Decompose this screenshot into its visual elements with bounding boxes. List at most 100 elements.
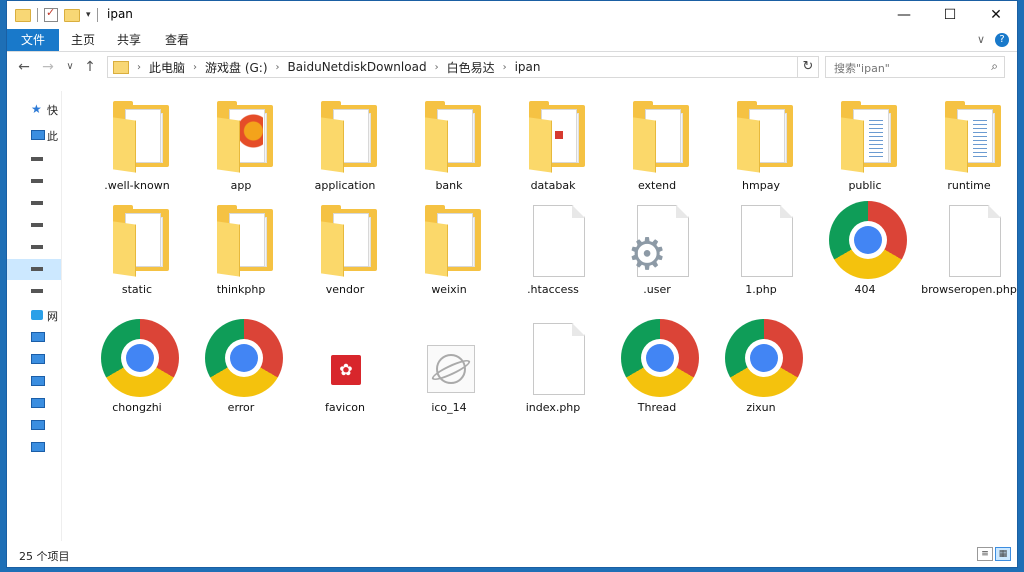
file-item[interactable]: .well-known: [87, 97, 187, 193]
sidebar-item[interactable]: [7, 349, 61, 370]
search-icon[interactable]: ⌕: [991, 59, 998, 74]
customize-toolbar-icon[interactable]: ▾: [86, 10, 91, 20]
forward-arrow-icon[interactable]: →: [39, 58, 57, 76]
sidebar-item[interactable]: [7, 371, 61, 392]
file-icon: [725, 201, 797, 281]
file-item[interactable]: public: [815, 97, 915, 193]
breadcrumb-folder[interactable]: 白色易达: [447, 59, 495, 76]
file-item[interactable]: thinkphp: [191, 201, 291, 297]
new-folder-icon[interactable]: [64, 8, 80, 22]
folder-icon: [621, 97, 693, 177]
status-bar: 25 个项目 ≡ ▦: [7, 543, 1017, 567]
drive-icon: [31, 179, 43, 183]
file-item[interactable]: ico_14: [399, 319, 499, 415]
tab-home[interactable]: 主页: [59, 29, 107, 51]
sidebar-item[interactable]: 此: [7, 125, 61, 146]
sidebar-item[interactable]: [7, 193, 61, 214]
folder-icon: [309, 201, 381, 281]
address-bar[interactable]: › 此电脑 › 游戏盘 (G:) › BaiduNetdiskDownload …: [107, 56, 819, 78]
pane-divider[interactable]: [61, 91, 62, 541]
tab-share[interactable]: 共享: [105, 29, 153, 51]
file-item[interactable]: app: [191, 97, 291, 193]
folder-icon: [933, 97, 1005, 177]
sidebar-item[interactable]: [7, 237, 61, 258]
breadcrumb-drive[interactable]: 游戏盘 (G:): [205, 59, 268, 76]
file-name: extend: [637, 179, 677, 192]
file-name: runtime: [947, 179, 991, 192]
separator: [37, 8, 38, 22]
sidebar-item[interactable]: ★ 快: [7, 99, 61, 120]
details-view-button[interactable]: ≡: [977, 547, 993, 561]
file-icon: [933, 201, 1005, 281]
file-item[interactable]: application: [295, 97, 395, 193]
file-name: application: [314, 179, 376, 192]
monitor-icon: [31, 442, 45, 452]
sidebar-item[interactable]: [7, 171, 61, 192]
tab-file[interactable]: 文件: [7, 29, 60, 51]
file-item[interactable]: .htaccess: [503, 201, 603, 297]
sidebar-item[interactable]: [7, 215, 61, 236]
separator: [96, 8, 98, 22]
tab-view[interactable]: 查看: [153, 29, 201, 51]
folder-icon: [205, 201, 277, 281]
file-name: app: [230, 179, 252, 192]
sidebar-item[interactable]: [7, 281, 61, 302]
sidebar-item[interactable]: [7, 327, 61, 348]
breadcrumb-this-pc[interactable]: 此电脑: [149, 59, 185, 76]
back-arrow-icon[interactable]: ←: [15, 58, 33, 76]
title-bar[interactable]: ▾ ipan — ☐ ✕: [7, 1, 1017, 29]
chrome-icon: [101, 319, 179, 399]
properties-icon[interactable]: [44, 6, 58, 22]
chevron-right-icon[interactable]: ›: [276, 62, 280, 73]
sidebar-item[interactable]: [7, 415, 61, 436]
sidebar-item[interactable]: 网: [7, 305, 61, 326]
recent-locations-icon[interactable]: ∨: [61, 58, 79, 76]
refresh-icon[interactable]: ↻: [797, 57, 818, 77]
file-item[interactable]: hmpay: [711, 97, 811, 193]
file-item[interactable]: chongzhi: [87, 319, 187, 415]
large-icons-view-button[interactable]: ▦: [995, 547, 1011, 561]
star-icon: ★: [31, 102, 42, 116]
sidebar-item[interactable]: [7, 259, 61, 280]
file-item[interactable]: ✿ favicon: [295, 319, 395, 415]
file-name: error: [227, 401, 255, 414]
folder-icon: [725, 97, 797, 177]
breadcrumb-download[interactable]: BaiduNetdiskDownload: [288, 60, 427, 74]
file-item[interactable]: 1.php: [711, 201, 811, 297]
chevron-right-icon[interactable]: ›: [193, 62, 197, 73]
sidebar-item[interactable]: [7, 149, 61, 170]
chevron-right-icon[interactable]: ›: [503, 62, 507, 73]
close-button[interactable]: ✕: [973, 1, 1017, 29]
sidebar-item[interactable]: [7, 393, 61, 414]
search-box[interactable]: ⌕: [825, 56, 1005, 78]
breadcrumb-current[interactable]: ipan: [515, 60, 541, 74]
sidebar-item[interactable]: [7, 437, 61, 458]
file-item[interactable]: Thread: [607, 319, 707, 415]
file-item[interactable]: browseropen.php: [919, 201, 1017, 297]
file-item[interactable]: vendor: [295, 201, 395, 297]
file-view[interactable]: .well-known app application bank databak exte…: [67, 91, 1017, 541]
file-name: thinkphp: [216, 283, 266, 296]
file-item[interactable]: 404: [815, 201, 915, 297]
search-input[interactable]: [832, 58, 976, 78]
maximize-button[interactable]: ☐: [927, 1, 973, 29]
chevron-right-icon[interactable]: ›: [435, 62, 439, 73]
help-icon[interactable]: ?: [995, 33, 1009, 47]
file-item[interactable]: bank: [399, 97, 499, 193]
file-item[interactable]: zixun: [711, 319, 811, 415]
expand-ribbon-icon[interactable]: ∨: [977, 33, 985, 47]
navigation-pane[interactable]: ★ 快此网: [7, 91, 61, 541]
chevron-right-icon[interactable]: ›: [137, 62, 141, 73]
file-item[interactable]: index.php: [503, 319, 603, 415]
file-item[interactable]: error: [191, 319, 291, 415]
file-item[interactable]: databak: [503, 97, 603, 193]
file-item[interactable]: weixin: [399, 201, 499, 297]
file-item[interactable]: static: [87, 201, 187, 297]
file-item[interactable]: ⚙ .user: [607, 201, 707, 297]
minimize-button[interactable]: —: [881, 1, 927, 29]
file-item[interactable]: runtime: [919, 97, 1017, 193]
monitor-icon: [31, 398, 45, 408]
drive-icon: [31, 245, 43, 249]
file-item[interactable]: extend: [607, 97, 707, 193]
up-arrow-icon[interactable]: ↑: [81, 58, 99, 76]
